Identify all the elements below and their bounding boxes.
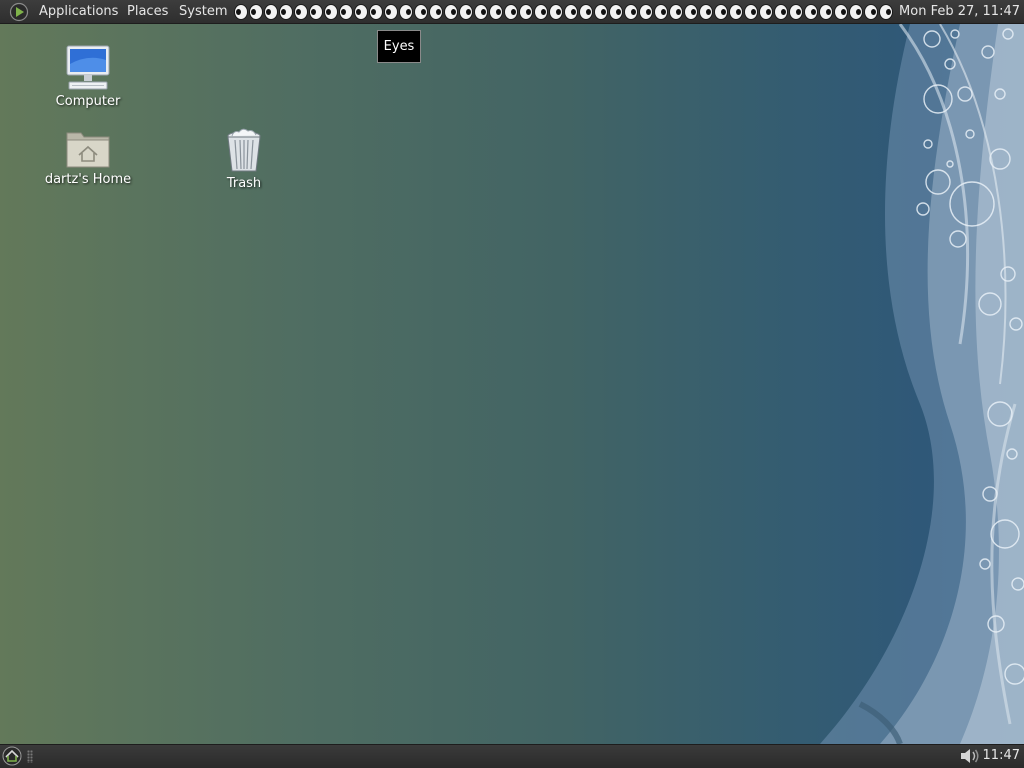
eye-icon (414, 4, 428, 20)
eye-icon (879, 4, 893, 20)
eye-icon (699, 4, 713, 20)
eye-icon (309, 4, 323, 20)
eye-icon (639, 4, 653, 20)
eye-icon (249, 4, 263, 20)
trash-icon (227, 128, 261, 172)
eye-icon (714, 4, 728, 20)
eye-icon (429, 4, 443, 20)
eye-icon (474, 4, 488, 20)
eye-icon (444, 4, 458, 20)
eye-icon (759, 4, 773, 20)
eyes-applet[interactable] (234, 4, 894, 20)
eye-icon (339, 4, 353, 20)
eye-icon (594, 4, 608, 20)
eye-icon (369, 4, 383, 20)
eyes-tooltip: Eyes (377, 30, 421, 63)
eye-icon (729, 4, 743, 20)
eye-icon (489, 4, 503, 20)
show-desktop-icon[interactable] (2, 746, 22, 766)
eye-icon (744, 4, 758, 20)
eye-icon (384, 4, 398, 20)
eye-icon (354, 4, 368, 20)
eye-icon (864, 4, 878, 20)
eye-icon (624, 4, 638, 20)
desktop-icon-computer[interactable]: Computer (38, 44, 138, 109)
desktop-icon-home[interactable]: dartz's Home (38, 128, 138, 187)
home-label: dartz's Home (44, 172, 132, 187)
eye-icon (789, 4, 803, 20)
eye-icon (849, 4, 863, 20)
eye-icon (294, 4, 308, 20)
system-menu[interactable]: System (177, 0, 229, 24)
eye-icon (234, 4, 248, 20)
eye-icon (654, 4, 668, 20)
volume-icon[interactable] (958, 747, 982, 765)
applications-menu[interactable]: Applications (37, 0, 120, 24)
computer-label: Computer (55, 94, 121, 109)
top-panel-clock[interactable]: Mon Feb 27, 11:47 (899, 0, 1020, 24)
panel-drag-handle[interactable] (27, 750, 33, 763)
eye-icon (519, 4, 533, 20)
eye-icon (399, 4, 413, 20)
top-panel: Applications Places System Mon Feb 27, 1… (0, 0, 1024, 24)
eye-icon (579, 4, 593, 20)
eye-icon (264, 4, 278, 20)
bottom-panel-clock[interactable]: 11:47 (983, 745, 1020, 767)
bottom-panel: 11:47 (0, 744, 1024, 768)
eye-icon (819, 4, 833, 20)
eye-icon (804, 4, 818, 20)
eye-icon (609, 4, 623, 20)
eye-icon (669, 4, 683, 20)
wallpaper-swirl-art (820, 24, 1024, 744)
eye-icon (279, 4, 293, 20)
eye-icon (564, 4, 578, 20)
home-folder-icon (66, 132, 110, 168)
eye-icon (774, 4, 788, 20)
places-menu[interactable]: Places (125, 0, 170, 24)
main-menu-logo-icon[interactable] (9, 2, 29, 22)
trash-label: Trash (226, 176, 262, 191)
eye-icon (684, 4, 698, 20)
desktop-background (0, 0, 1024, 768)
eye-icon (459, 4, 473, 20)
computer-icon (66, 45, 110, 90)
eye-icon (549, 4, 563, 20)
desktop-icon-trash[interactable]: Trash (194, 128, 294, 191)
eye-icon (324, 4, 338, 20)
eye-icon (504, 4, 518, 20)
eye-icon (534, 4, 548, 20)
eye-icon (834, 4, 848, 20)
